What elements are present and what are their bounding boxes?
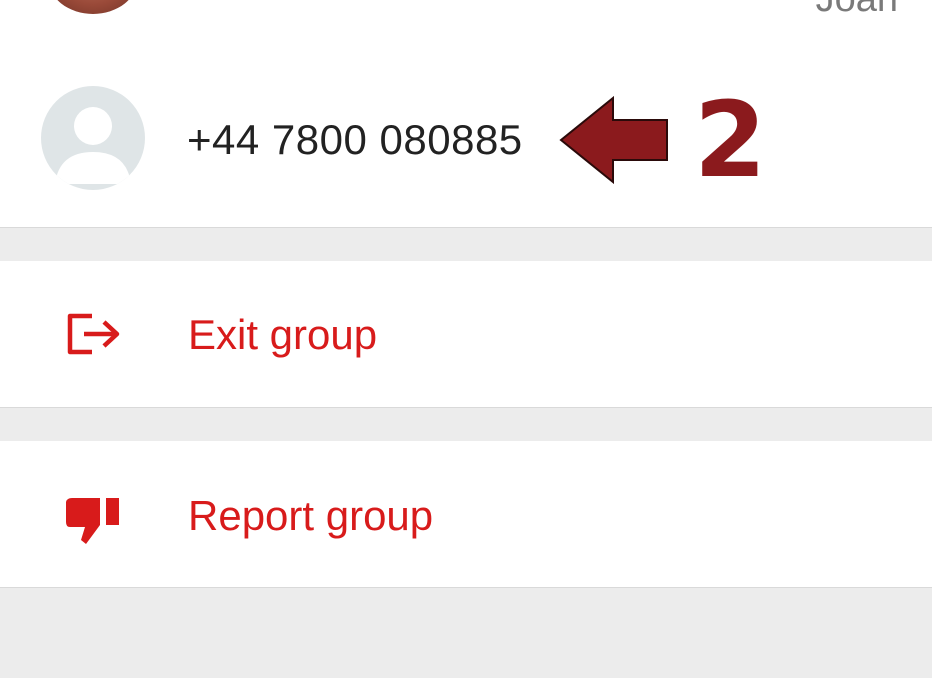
participant-avatar[interactable] <box>48 0 138 14</box>
default-person-avatar-icon[interactable] <box>41 86 145 190</box>
thumbs-down-icon <box>66 498 119 544</box>
participants-card: Joan +44 7800 080885 2 <box>0 0 932 228</box>
participant-name[interactable]: Joan <box>816 0 898 21</box>
person-icon <box>55 107 131 184</box>
annotation-step-number: 2 <box>694 79 767 201</box>
contact-phone-number[interactable]: +44 7800 080885 <box>187 114 523 166</box>
report-group-label: Report group <box>188 492 434 539</box>
exit-group-row[interactable]: Exit group <box>0 261 932 408</box>
report-group-row[interactable]: Report group <box>0 441 932 588</box>
exit-icon <box>67 313 120 355</box>
left-arrow-icon <box>559 96 668 184</box>
exit-group-label: Exit group <box>188 311 378 358</box>
